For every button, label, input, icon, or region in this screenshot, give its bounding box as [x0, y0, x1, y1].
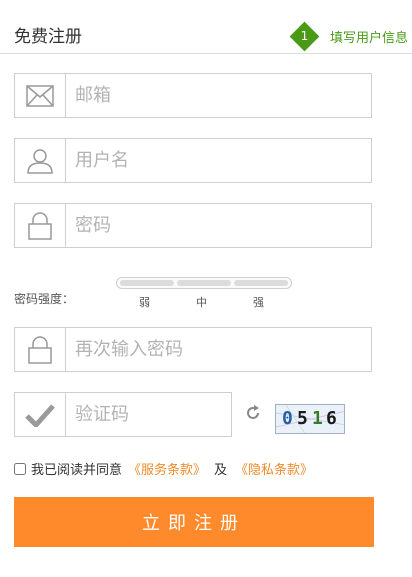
agreement-row: 我已阅读并同意 《服务条款》 及 《隐私条款》 — [14, 459, 313, 478]
captcha-digit: 6 — [326, 408, 337, 429]
strength-medium-label: 中 — [196, 296, 207, 309]
captcha-digit: 1 — [312, 408, 323, 429]
refresh-icon[interactable] — [245, 405, 261, 421]
confirm-password-field — [14, 327, 372, 372]
email-input[interactable] — [67, 74, 367, 117]
service-terms-link[interactable]: 《服务条款》 — [128, 459, 206, 478]
strength-segment-medium — [177, 280, 231, 286]
lock-icon — [15, 328, 66, 371]
step-indicator: 1 填写用户信息 — [289, 21, 409, 51]
username-field — [14, 138, 372, 183]
page-title: 免费注册 — [14, 27, 82, 47]
strength-strong-label: 强 — [253, 296, 264, 309]
page-header: 免费注册 1 填写用户信息 — [0, 0, 412, 54]
password-strength-bar — [116, 277, 292, 289]
password-input[interactable] — [67, 204, 367, 247]
agreement-text: 我已阅读并同意 — [31, 463, 123, 478]
captcha-field — [14, 392, 232, 437]
strength-segment-strong — [234, 280, 288, 286]
agree-checkbox[interactable] — [14, 462, 26, 475]
confirm-password-input[interactable] — [67, 328, 367, 371]
step-badge: 1 — [289, 21, 320, 51]
username-input[interactable] — [67, 139, 367, 182]
captcha-digit: 5 — [297, 408, 308, 429]
checkmark-icon — [15, 393, 66, 436]
step-number: 1 — [300, 28, 309, 43]
strength-segment-weak — [120, 280, 174, 286]
privacy-terms-link[interactable]: 《隐私条款》 — [235, 459, 313, 478]
captcha-digit: 0 — [282, 408, 293, 429]
captcha-input[interactable] — [67, 393, 227, 436]
step-label: 填写用户信息 — [330, 30, 409, 46]
lock-icon — [15, 204, 66, 247]
user-icon — [15, 139, 66, 182]
register-button[interactable]: 立即注册 — [14, 497, 374, 547]
email-field — [14, 73, 372, 118]
agreement-and: 及 — [214, 463, 228, 478]
password-field — [14, 203, 372, 248]
envelope-icon — [15, 74, 66, 117]
captcha-image[interactable]: 0 5 1 6 — [275, 404, 345, 434]
strength-weak-label: 弱 — [139, 296, 150, 309]
password-strength-label: 密码强度： — [14, 292, 75, 306]
